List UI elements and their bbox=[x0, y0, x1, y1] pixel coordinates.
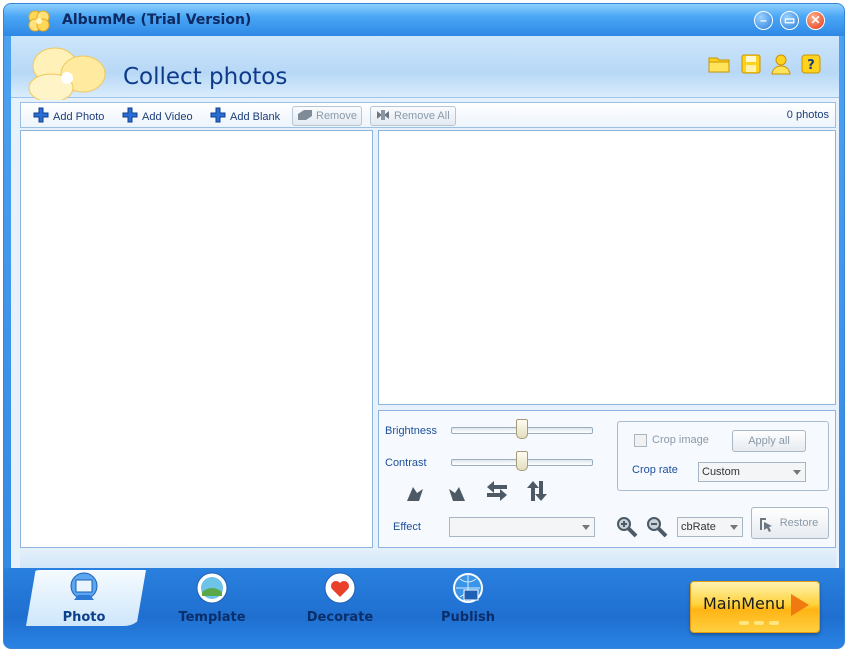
zoom-rate-select[interactable]: cbRate bbox=[677, 517, 743, 537]
help-icon[interactable]: ? bbox=[799, 52, 823, 76]
tab-publish[interactable]: Publish bbox=[428, 570, 508, 630]
page-header: Collect photos ? bbox=[11, 36, 839, 100]
clover-banner-icon bbox=[28, 47, 106, 100]
zoom-out-icon[interactable] bbox=[645, 515, 669, 539]
photo-toolbar: Add Photo Add Video Add Blank Remove Rem… bbox=[20, 102, 836, 128]
photo-count: 0 photos bbox=[786, 109, 829, 121]
minimize-button[interactable]: – bbox=[754, 11, 773, 30]
photo-list-panel[interactable] bbox=[20, 130, 373, 548]
globe-icon bbox=[453, 573, 483, 603]
heart-icon bbox=[324, 572, 356, 604]
crop-rate-label: Crop rate bbox=[632, 464, 678, 476]
remove-button[interactable]: Remove bbox=[292, 106, 362, 126]
add-photo-label: Add Photo bbox=[53, 111, 105, 123]
zoom-rate-value: cbRate bbox=[681, 521, 716, 533]
folder-icon[interactable] bbox=[707, 52, 731, 76]
add-blank-label: Add Blank bbox=[230, 111, 281, 123]
apply-all-button[interactable]: Apply all bbox=[732, 430, 806, 452]
play-arrow-icon bbox=[791, 594, 809, 616]
tab-photo[interactable]: Photo bbox=[44, 570, 124, 630]
add-icon bbox=[33, 107, 49, 123]
add-icon bbox=[122, 107, 138, 123]
add-blank-button[interactable]: Add Blank bbox=[210, 107, 280, 125]
save-icon[interactable] bbox=[739, 52, 763, 76]
close-button[interactable]: ✕ bbox=[806, 11, 825, 30]
rotate-right-icon[interactable] bbox=[445, 481, 469, 505]
chevron-down-icon bbox=[582, 525, 590, 530]
main-menu-button[interactable]: MainMenu bbox=[690, 581, 820, 633]
brightness-label: Brightness bbox=[385, 425, 437, 437]
effect-select[interactable] bbox=[449, 517, 595, 537]
contrast-label: Contrast bbox=[385, 457, 427, 469]
rotate-left-icon[interactable] bbox=[403, 481, 427, 505]
tab-photo-label: Photo bbox=[62, 610, 106, 625]
remove-label: Remove bbox=[316, 110, 357, 122]
add-video-label: Add Video bbox=[142, 111, 193, 123]
main-menu-label: MainMenu bbox=[703, 594, 786, 613]
maximize-button[interactable]: ▭ bbox=[780, 11, 799, 30]
adjustment-panel: Brightness Contrast Effect Crop image Ap… bbox=[378, 410, 836, 548]
window-title: AlbumMe (Trial Version) bbox=[62, 12, 252, 28]
remove-all-label: Remove All bbox=[394, 110, 450, 122]
client-area: Collect photos ? Add Photo Add Video Add… bbox=[11, 36, 839, 568]
svg-text:?: ? bbox=[807, 58, 815, 73]
tab-decorate[interactable]: Decorate bbox=[300, 570, 380, 630]
remove-all-icon bbox=[377, 110, 389, 120]
app-window: AlbumMe (Trial Version) – ▭ ✕ Collect ph… bbox=[3, 3, 845, 649]
chevron-down-icon bbox=[730, 525, 738, 530]
dots-icon bbox=[739, 621, 779, 625]
page-title: Collect photos bbox=[123, 64, 288, 90]
tab-template-label: Template bbox=[178, 610, 246, 625]
crop-rate-select[interactable]: Custom bbox=[698, 462, 806, 482]
user-icon[interactable] bbox=[769, 52, 793, 76]
restore-button[interactable]: Restore bbox=[751, 507, 829, 539]
tab-template[interactable]: Template bbox=[172, 570, 252, 630]
brightness-thumb[interactable] bbox=[516, 419, 528, 439]
remove-all-button[interactable]: Remove All bbox=[370, 106, 456, 126]
restore-label: Restore bbox=[779, 517, 819, 529]
photo-preview-panel[interactable] bbox=[378, 130, 836, 405]
chevron-down-icon bbox=[793, 470, 801, 475]
effect-label: Effect bbox=[393, 521, 421, 533]
add-photo-button[interactable]: Add Photo bbox=[33, 107, 104, 125]
status-strip bbox=[20, 548, 836, 568]
crop-rate-value: Custom bbox=[702, 466, 740, 478]
bottom-nav: Photo Template Decorate Publish MainMenu bbox=[4, 568, 844, 648]
crop-image-checkbox[interactable] bbox=[634, 434, 647, 447]
crop-group: Crop image Apply all Crop rate Custom bbox=[617, 421, 829, 491]
eraser-icon bbox=[298, 110, 312, 120]
flip-vertical-icon[interactable] bbox=[525, 479, 549, 503]
restore-icon bbox=[760, 518, 772, 532]
contrast-thumb[interactable] bbox=[516, 451, 528, 471]
add-icon bbox=[210, 107, 226, 123]
tab-publish-label: Publish bbox=[441, 610, 495, 625]
flip-horizontal-icon[interactable] bbox=[485, 479, 509, 503]
add-video-button[interactable]: Add Video bbox=[122, 107, 193, 125]
zoom-in-icon[interactable] bbox=[615, 515, 639, 539]
crop-image-label: Crop image bbox=[652, 434, 709, 446]
title-bar[interactable]: AlbumMe (Trial Version) – ▭ ✕ bbox=[4, 4, 844, 36]
photo-icon bbox=[70, 572, 98, 600]
clover-logo-icon bbox=[28, 10, 50, 32]
template-icon bbox=[196, 572, 228, 604]
tab-decorate-label: Decorate bbox=[306, 610, 374, 625]
